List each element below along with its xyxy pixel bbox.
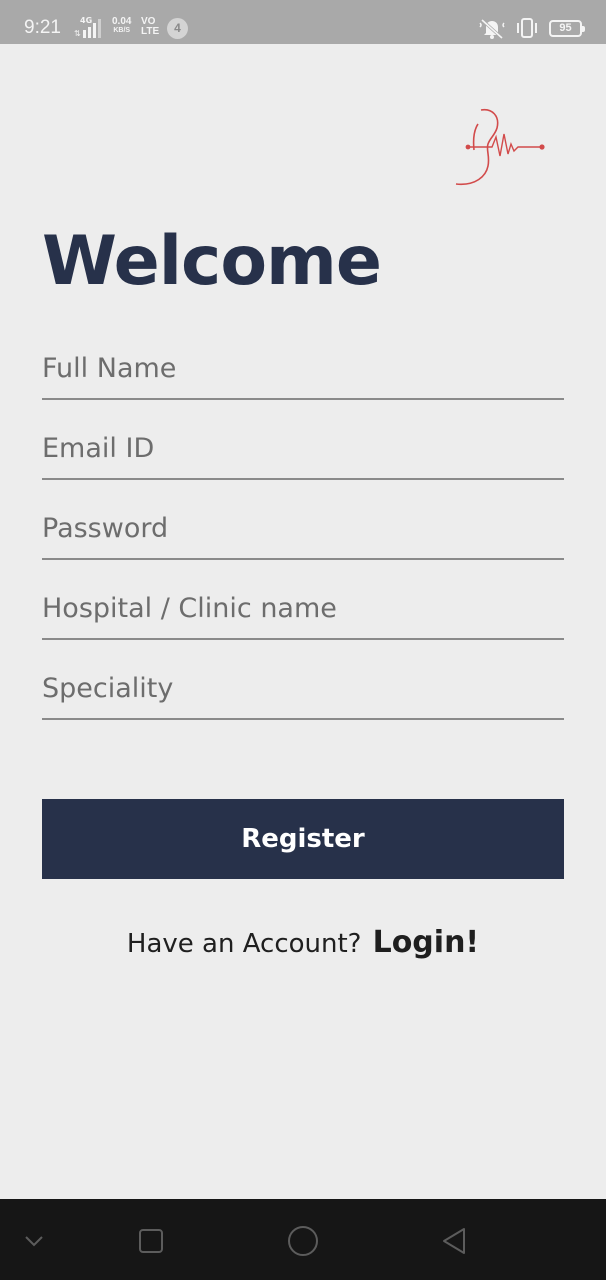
- speciality-input[interactable]: [42, 673, 564, 704]
- network-speed: 0.04 KB/S: [112, 17, 131, 35]
- full-name-field[interactable]: [42, 320, 564, 400]
- nav-back-button[interactable]: [434, 1221, 474, 1261]
- password-field[interactable]: [42, 480, 564, 560]
- data-arrows-icon: ⇅: [74, 29, 81, 38]
- page-title: Welcome: [42, 222, 382, 301]
- speed-value: 0.04: [112, 16, 132, 27]
- speciality-field[interactable]: [42, 640, 564, 720]
- notification-count-badge: 4: [167, 18, 188, 39]
- register-button[interactable]: Register: [42, 799, 564, 879]
- vibrate-icon: [517, 18, 537, 38]
- battery-icon: 95: [549, 19, 585, 37]
- login-link[interactable]: Login!: [373, 925, 480, 960]
- nav-recents-button[interactable]: [131, 1221, 171, 1261]
- nav-home-button[interactable]: [283, 1221, 323, 1261]
- hospital-clinic-input[interactable]: [42, 593, 564, 624]
- hospital-clinic-field[interactable]: [42, 560, 564, 640]
- chevron-down-icon: [25, 1236, 43, 1247]
- login-prompt: Have an Account? Login!: [0, 925, 606, 960]
- circle-home-icon: [288, 1226, 318, 1256]
- nav-collapse-button[interactable]: [14, 1221, 54, 1261]
- navigation-bar: [0, 1199, 606, 1280]
- volte-bottom: LTE: [141, 26, 160, 37]
- silent-bell-icon: [479, 18, 505, 39]
- volte-indicator: VO LTE: [141, 17, 159, 37]
- email-field[interactable]: [42, 400, 564, 480]
- signal-icon: ⇅ 4G: [74, 16, 101, 38]
- status-right-icons: 95: [479, 17, 585, 39]
- status-time: 9:21: [24, 17, 61, 38]
- network-type: 4G: [80, 16, 93, 25]
- full-name-input[interactable]: [42, 353, 564, 384]
- email-input[interactable]: [42, 433, 564, 464]
- have-account-text: Have an Account?: [126, 929, 362, 959]
- battery-level: 95: [559, 21, 572, 34]
- status-bar: 9:21 ⇅ 4G 0.04 KB/S VO LTE 4 95: [0, 0, 606, 44]
- ear-heartbeat-logo-icon: [455, 108, 545, 186]
- password-input[interactable]: [42, 513, 564, 544]
- speed-unit: KB/S: [113, 27, 131, 34]
- square-recents-icon: [139, 1229, 163, 1253]
- triangle-back-icon: [443, 1228, 465, 1254]
